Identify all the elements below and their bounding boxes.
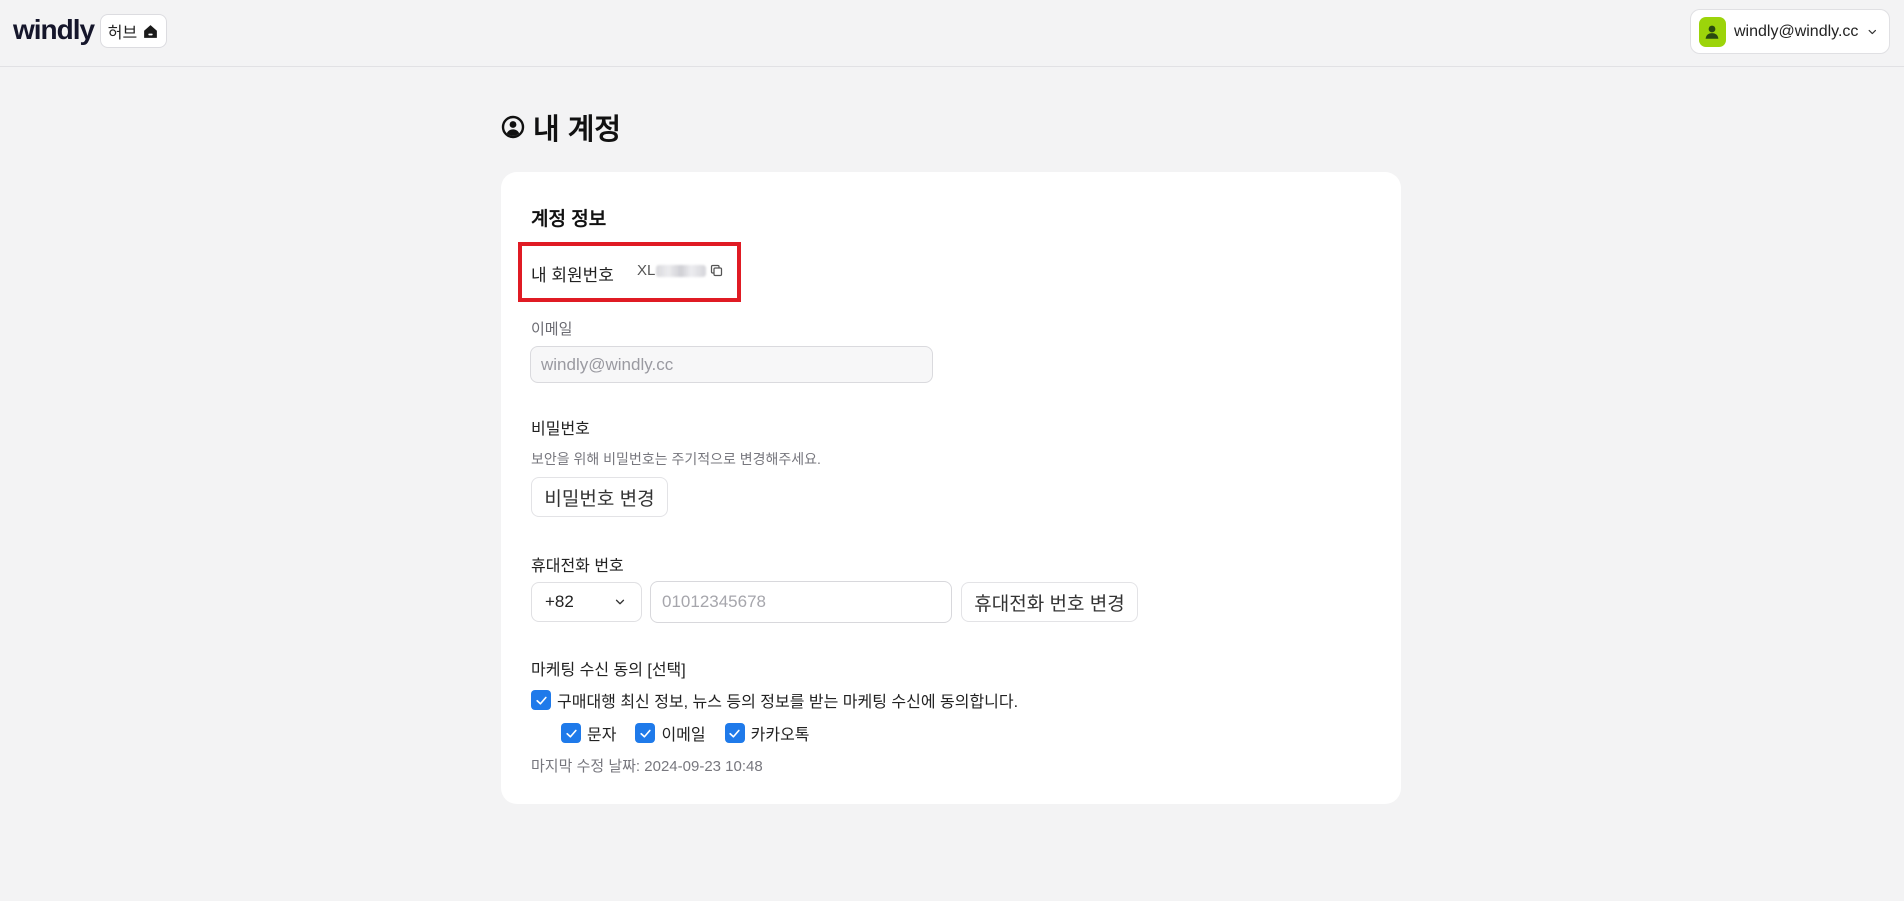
top-bar: windly 허브 windly@windly.cc bbox=[0, 0, 1904, 67]
member-number-blurred bbox=[656, 264, 707, 277]
page-title-text: 내 계정 bbox=[533, 114, 622, 146]
check-icon bbox=[640, 729, 651, 738]
check-icon bbox=[729, 729, 740, 738]
country-code-select[interactable]: +82 bbox=[531, 582, 642, 622]
kakao-checkbox[interactable] bbox=[724, 723, 745, 743]
email-checkbox[interactable] bbox=[635, 723, 656, 743]
avatar bbox=[1699, 16, 1726, 47]
channel-kakao[interactable]: 카카오톡 bbox=[724, 721, 810, 745]
member-number: XL bbox=[637, 262, 724, 279]
country-code-value: +82 bbox=[545, 592, 574, 611]
sms-checkbox[interactable] bbox=[561, 723, 581, 743]
chevron-down-icon bbox=[615, 599, 625, 605]
home-icon bbox=[144, 24, 158, 38]
kakao-label: 카카오톡 bbox=[750, 727, 810, 744]
marketing-channels: 문자 이메일 카카오톡 bbox=[561, 721, 810, 745]
marketing-label: 마케팅 수신 동의 [선택] bbox=[531, 662, 686, 679]
last-modified: 마지막 수정 날짜: 2024-09-23 10:48 bbox=[531, 758, 763, 775]
sms-label: 문자 bbox=[587, 727, 617, 744]
user-menu-button[interactable]: windly@windly.cc bbox=[1690, 9, 1890, 54]
marketing-consent-text: 구매대행 최신 정보, 뉴스 등의 정보를 받는 마케팅 수신에 동의합니다. bbox=[557, 694, 1019, 711]
password-label: 비밀번호 bbox=[531, 421, 590, 438]
email-field[interactable] bbox=[530, 346, 933, 383]
account-circle-icon bbox=[501, 115, 525, 139]
email-label: 이메일 bbox=[531, 321, 573, 338]
section-title: 계정 정보 bbox=[531, 209, 607, 230]
check-icon bbox=[565, 729, 577, 738]
channel-sms[interactable]: 문자 bbox=[561, 721, 616, 745]
hub-label: 허브 bbox=[107, 25, 138, 42]
user-email: windly@windly.cc bbox=[1733, 22, 1859, 40]
change-password-button[interactable]: 비밀번호 변경 bbox=[531, 477, 668, 517]
marketing-consent-checkbox[interactable] bbox=[531, 690, 551, 710]
member-number-prefix: XL bbox=[637, 262, 656, 279]
user-icon bbox=[1706, 25, 1719, 39]
account-card: 계정 정보 내 회원번호 XL 이메일 비밀번호 보안을 위해 비밀번호는 주기… bbox=[501, 172, 1401, 804]
phone-input[interactable] bbox=[650, 581, 952, 623]
copy-icon[interactable] bbox=[709, 263, 724, 278]
change-phone-button[interactable]: 휴대전화 번호 변경 bbox=[961, 582, 1138, 622]
phone-label: 휴대전화 번호 bbox=[531, 558, 624, 575]
hub-button[interactable]: 허브 bbox=[100, 14, 167, 48]
windly-logo[interactable]: windly bbox=[13, 14, 95, 46]
channel-email[interactable]: 이메일 bbox=[635, 721, 706, 745]
check-icon bbox=[535, 696, 547, 705]
chevron-down-icon bbox=[1868, 29, 1877, 34]
email-channel-label: 이메일 bbox=[661, 727, 706, 744]
member-number-label: 내 회원번호 bbox=[531, 266, 614, 285]
marketing-consent-row[interactable]: 구매대행 최신 정보, 뉴스 등의 정보를 받는 마케팅 수신에 동의합니다. bbox=[531, 688, 1018, 712]
password-hint: 보안을 위해 비밀번호는 주기적으로 변경해주세요. bbox=[531, 451, 821, 467]
page-title: 내 계정 bbox=[501, 106, 621, 148]
